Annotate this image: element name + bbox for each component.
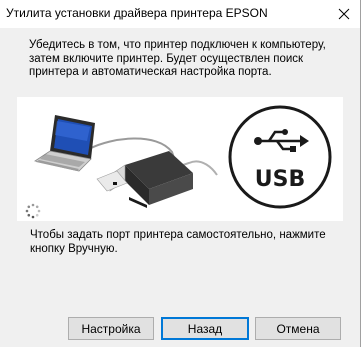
connection-illustration: USB xyxy=(17,97,343,221)
intro-text: Убедитесь в том, что принтер подключен к… xyxy=(29,39,326,78)
cancel-button[interactable]: Отмена xyxy=(255,317,341,340)
installer-window: Утилита установки драйвера принтера EPSO… xyxy=(0,0,361,347)
close-icon xyxy=(338,8,350,20)
title-bar[interactable]: Утилита установки драйвера принтера EPSO… xyxy=(0,0,360,28)
printer-icon xyxy=(96,151,193,208)
laptop-icon xyxy=(34,115,95,172)
loading-spinner-icon xyxy=(25,203,41,219)
settings-button[interactable]: Настройка xyxy=(68,317,154,340)
close-button[interactable] xyxy=(334,4,354,24)
usb-label: USB xyxy=(255,167,305,192)
usb-badge: USB xyxy=(228,105,332,209)
window-title: Утилита установки драйвера принтера EPSO… xyxy=(6,6,268,20)
manual-port-hint: Чтобы задать порт принтера самостоятельн… xyxy=(30,229,326,255)
back-button[interactable]: Назад xyxy=(161,317,249,340)
